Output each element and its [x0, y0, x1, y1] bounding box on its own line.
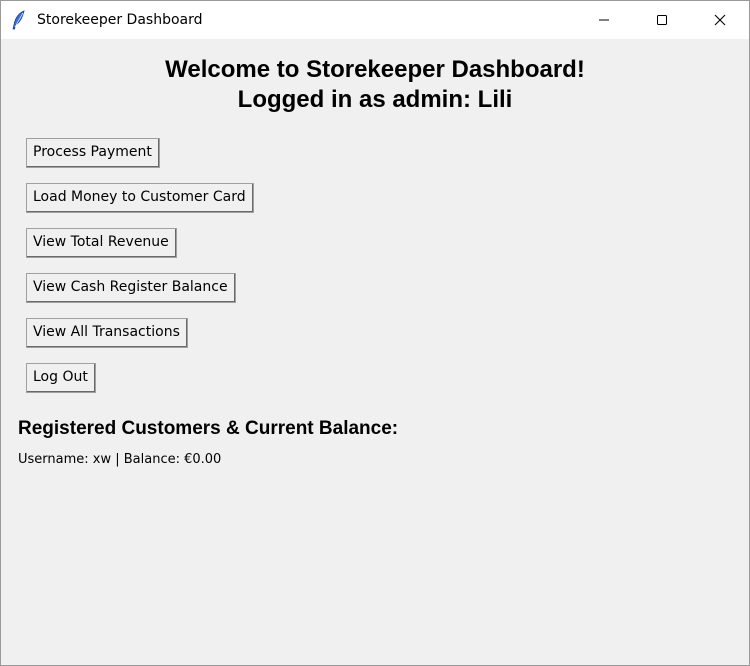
customers-section-title: Registered Customers & Current Balance: — [18, 418, 399, 439]
dashboard-content: Welcome to Storekeeper Dashboard! Logged… — [1, 39, 749, 665]
view-transactions-button[interactable]: View All Transactions — [26, 318, 188, 348]
minimize-button[interactable] — [575, 1, 633, 39]
minimize-icon — [599, 19, 609, 21]
welcome-heading: Welcome to Storekeeper Dashboard! Logged… — [1, 55, 749, 115]
close-icon — [714, 14, 726, 26]
window-title: Storekeeper Dashboard — [37, 12, 203, 28]
view-cash-register-button[interactable]: View Cash Register Balance — [26, 273, 236, 303]
load-money-button[interactable]: Load Money to Customer Card — [26, 183, 254, 213]
logged-in-text: Logged in as admin: Lili — [237, 86, 513, 113]
process-payment-button[interactable]: Process Payment — [26, 138, 160, 168]
maximize-button[interactable] — [633, 1, 691, 39]
app-window: Storekeeper Dashboard Welcome to Storeke… — [0, 0, 750, 666]
feather-icon — [12, 10, 25, 30]
title-bar[interactable]: Storekeeper Dashboard — [1, 1, 749, 39]
close-button[interactable] — [691, 1, 749, 39]
customer-row: Username: xw | Balance: €0.00 — [18, 452, 222, 467]
maximize-icon — [657, 15, 667, 25]
view-total-revenue-button[interactable]: View Total Revenue — [26, 228, 177, 258]
log-out-button[interactable]: Log Out — [26, 363, 96, 393]
welcome-text: Welcome to Storekeeper Dashboard! — [165, 56, 585, 83]
